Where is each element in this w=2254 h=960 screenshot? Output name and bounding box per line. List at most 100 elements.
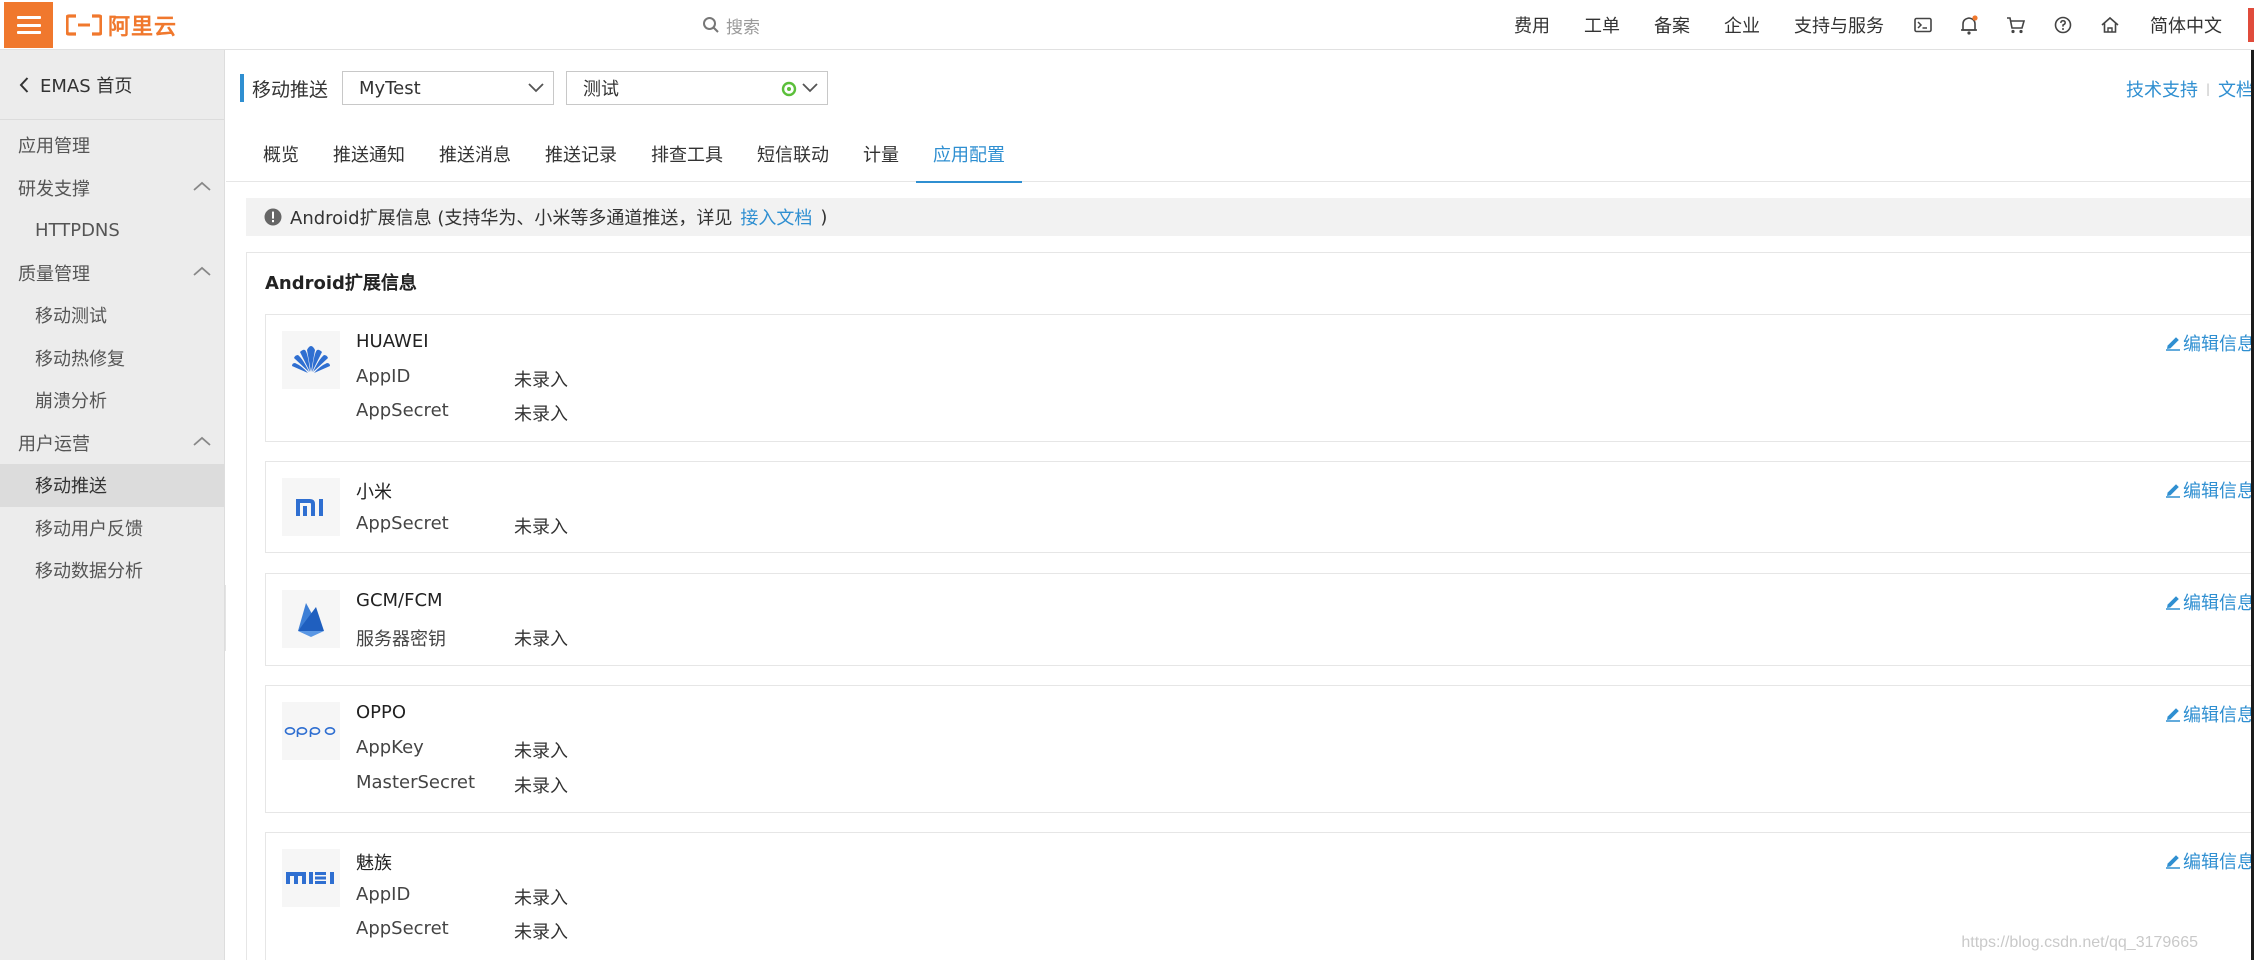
- edit-info-button[interactable]: 编辑信息: [2165, 589, 2254, 615]
- edit-label: 编辑信息: [2183, 705, 2254, 726]
- field-row: MasterSecret 未录入: [356, 772, 568, 798]
- oppo-logo: [282, 702, 340, 760]
- edit-label: 编辑信息: [2183, 593, 2254, 614]
- sidebar-home-link[interactable]: EMAS 首页: [0, 50, 224, 120]
- edit-info-button[interactable]: 编辑信息: [2165, 477, 2254, 503]
- edit-info-button[interactable]: 编辑信息: [2165, 848, 2254, 874]
- field-value: 未录入: [514, 629, 568, 650]
- sidebar-group-label: 研发支撑: [18, 178, 90, 200]
- sidebar-item-crash-analysis[interactable]: 崩溃分析: [0, 379, 224, 422]
- sidebar-item-mobile-testing[interactable]: 移动测试: [0, 294, 224, 337]
- field-row: AppID 未录入: [356, 366, 568, 392]
- notice-suffix: ): [820, 206, 828, 228]
- sidebar-group-quality[interactable]: 质量管理: [0, 252, 224, 295]
- edit-icon: [2166, 337, 2180, 351]
- terminal-icon[interactable]: [1914, 17, 1932, 33]
- tech-support-link[interactable]: 技术支持: [2126, 76, 2198, 102]
- edit-info-button[interactable]: 编辑信息: [2165, 701, 2254, 727]
- sidebar-item-label: 移动热修复: [35, 348, 125, 370]
- field-value: 未录入: [514, 776, 568, 797]
- tab-push-message[interactable]: 推送消息: [422, 126, 528, 182]
- field-key: AppID: [356, 884, 411, 905]
- chevron-down-icon: [802, 83, 818, 93]
- integration-docs-link[interactable]: 接入文档: [740, 204, 812, 230]
- hamburger-menu-button[interactable]: [4, 2, 53, 48]
- tab-metering[interactable]: 计量: [846, 126, 916, 182]
- vendor-name: 小米: [356, 482, 392, 503]
- firebase-logo: [282, 590, 340, 648]
- app-select[interactable]: MyTest: [342, 71, 554, 105]
- edit-icon: [2166, 708, 2180, 722]
- huawei-logo: [282, 331, 340, 389]
- tab-app-config[interactable]: 应用配置: [916, 126, 1022, 183]
- field-value: 未录入: [514, 404, 568, 425]
- sidebar-item-label: HTTPDNS: [35, 219, 120, 241]
- top-link-enterprise[interactable]: 企业: [1724, 12, 1760, 38]
- cart-icon[interactable]: [2006, 16, 2026, 34]
- sidebar-item-label: 崩溃分析: [35, 391, 107, 413]
- meizu-logo-icon: [286, 872, 334, 884]
- sidebar-group-label: 用户运营: [18, 433, 90, 455]
- sidebar-group-dev-support[interactable]: 研发支撑: [0, 167, 224, 210]
- field-key: MasterSecret: [356, 772, 476, 793]
- field-row: AppKey 未录入: [356, 737, 568, 763]
- edit-icon: [2166, 855, 2180, 869]
- sidebar-group-user-ops[interactable]: 用户运营: [0, 422, 224, 465]
- vendor-name: HUAWEI: [356, 331, 429, 352]
- language-switch[interactable]: 简体中文: [2150, 12, 2222, 38]
- top-link-icp[interactable]: 备案: [1654, 12, 1690, 38]
- tab-sms-linkage[interactable]: 短信联动: [740, 126, 846, 182]
- sidebar-item-label: 移动测试: [35, 306, 107, 328]
- vendor-card-gcm-fcm: GCM/FCM 服务器密钥 未录入 编辑信息: [265, 573, 2254, 666]
- tab-overview[interactable]: 概览: [246, 126, 316, 182]
- vendor-card-meizu: 魅族 AppID 未录入 AppSecret 未录入 编辑信息: [265, 832, 2254, 960]
- tab-troubleshoot[interactable]: 排查工具: [634, 126, 740, 182]
- edit-icon: [2166, 596, 2180, 610]
- sidebar-item-user-feedback[interactable]: 移动用户反馈: [0, 507, 224, 550]
- sidebar-item-mobile-push[interactable]: 移动推送: [0, 464, 224, 507]
- top-links: 费用 工单 备案 企业 支持与服务 简体中文: [1480, 0, 2254, 50]
- sidebar-item-httpdns[interactable]: HTTPDNS: [0, 209, 224, 252]
- field-value: 未录入: [514, 517, 568, 538]
- sidebar-home-label: EMAS 首页: [40, 75, 133, 97]
- field-key: AppSecret: [356, 400, 449, 421]
- info-notice: Android扩展信息 (支持华为、小米等多通道推送，详见 接入文档 ): [246, 198, 2254, 236]
- vendor-name: 魅族: [356, 853, 392, 874]
- field-row: AppID 未录入: [356, 884, 568, 910]
- edit-icon: [2166, 484, 2180, 498]
- bell-icon[interactable]: [1960, 15, 1978, 35]
- sidebar-group-label: 质量管理: [18, 263, 90, 285]
- sidebar-item-label: 移动数据分析: [35, 561, 143, 583]
- vendor-card-oppo: OPPO AppKey 未录入 MasterSecret 未录入 编辑信息: [265, 685, 2254, 813]
- top-link-support[interactable]: 支持与服务: [1794, 12, 1884, 38]
- sidebar-item-data-analysis[interactable]: 移动数据分析: [0, 549, 224, 592]
- sidebar-item-hotfix[interactable]: 移动热修复: [0, 337, 224, 380]
- docs-link[interactable]: 文档: [2218, 76, 2254, 102]
- field-key: AppSecret: [356, 513, 449, 534]
- tab-push-records[interactable]: 推送记录: [528, 126, 634, 182]
- tab-push-notification[interactable]: 推送通知: [316, 126, 422, 182]
- xiaomi-logo: [282, 478, 340, 536]
- top-link-fees[interactable]: 费用: [1514, 12, 1550, 38]
- top-link-tickets[interactable]: 工单: [1584, 12, 1620, 38]
- sidebar-item-app-management[interactable]: 应用管理: [0, 124, 224, 167]
- notice-text: Android扩展信息 (支持华为、小米等多通道推送，详见: [290, 208, 733, 229]
- global-search[interactable]: 搜索: [702, 12, 760, 38]
- menu-icon: [16, 16, 41, 34]
- meizu-logo: [282, 849, 340, 907]
- search-icon: [703, 17, 719, 33]
- tab-bar: 概览 推送通知 推送消息 推送记录 排查工具 短信联动 计量 应用配置: [226, 126, 2254, 183]
- oppo-logo-icon: [284, 726, 336, 737]
- env-select[interactable]: 测试: [566, 71, 828, 105]
- field-value: 未录入: [514, 922, 568, 943]
- field-key: AppKey: [356, 737, 424, 758]
- help-icon[interactable]: [2054, 16, 2072, 34]
- sidebar-item-label: 应用管理: [18, 136, 90, 158]
- home-icon[interactable]: [2100, 16, 2120, 34]
- chevron-up-icon: [193, 436, 211, 446]
- avatar[interactable]: [2226, 0, 2254, 50]
- huawei-logo-icon: [292, 346, 330, 373]
- aliyun-logo[interactable]: 阿里云: [66, 10, 177, 40]
- aliyun-logo-icon: [66, 14, 102, 36]
- edit-info-button[interactable]: 编辑信息: [2165, 330, 2254, 356]
